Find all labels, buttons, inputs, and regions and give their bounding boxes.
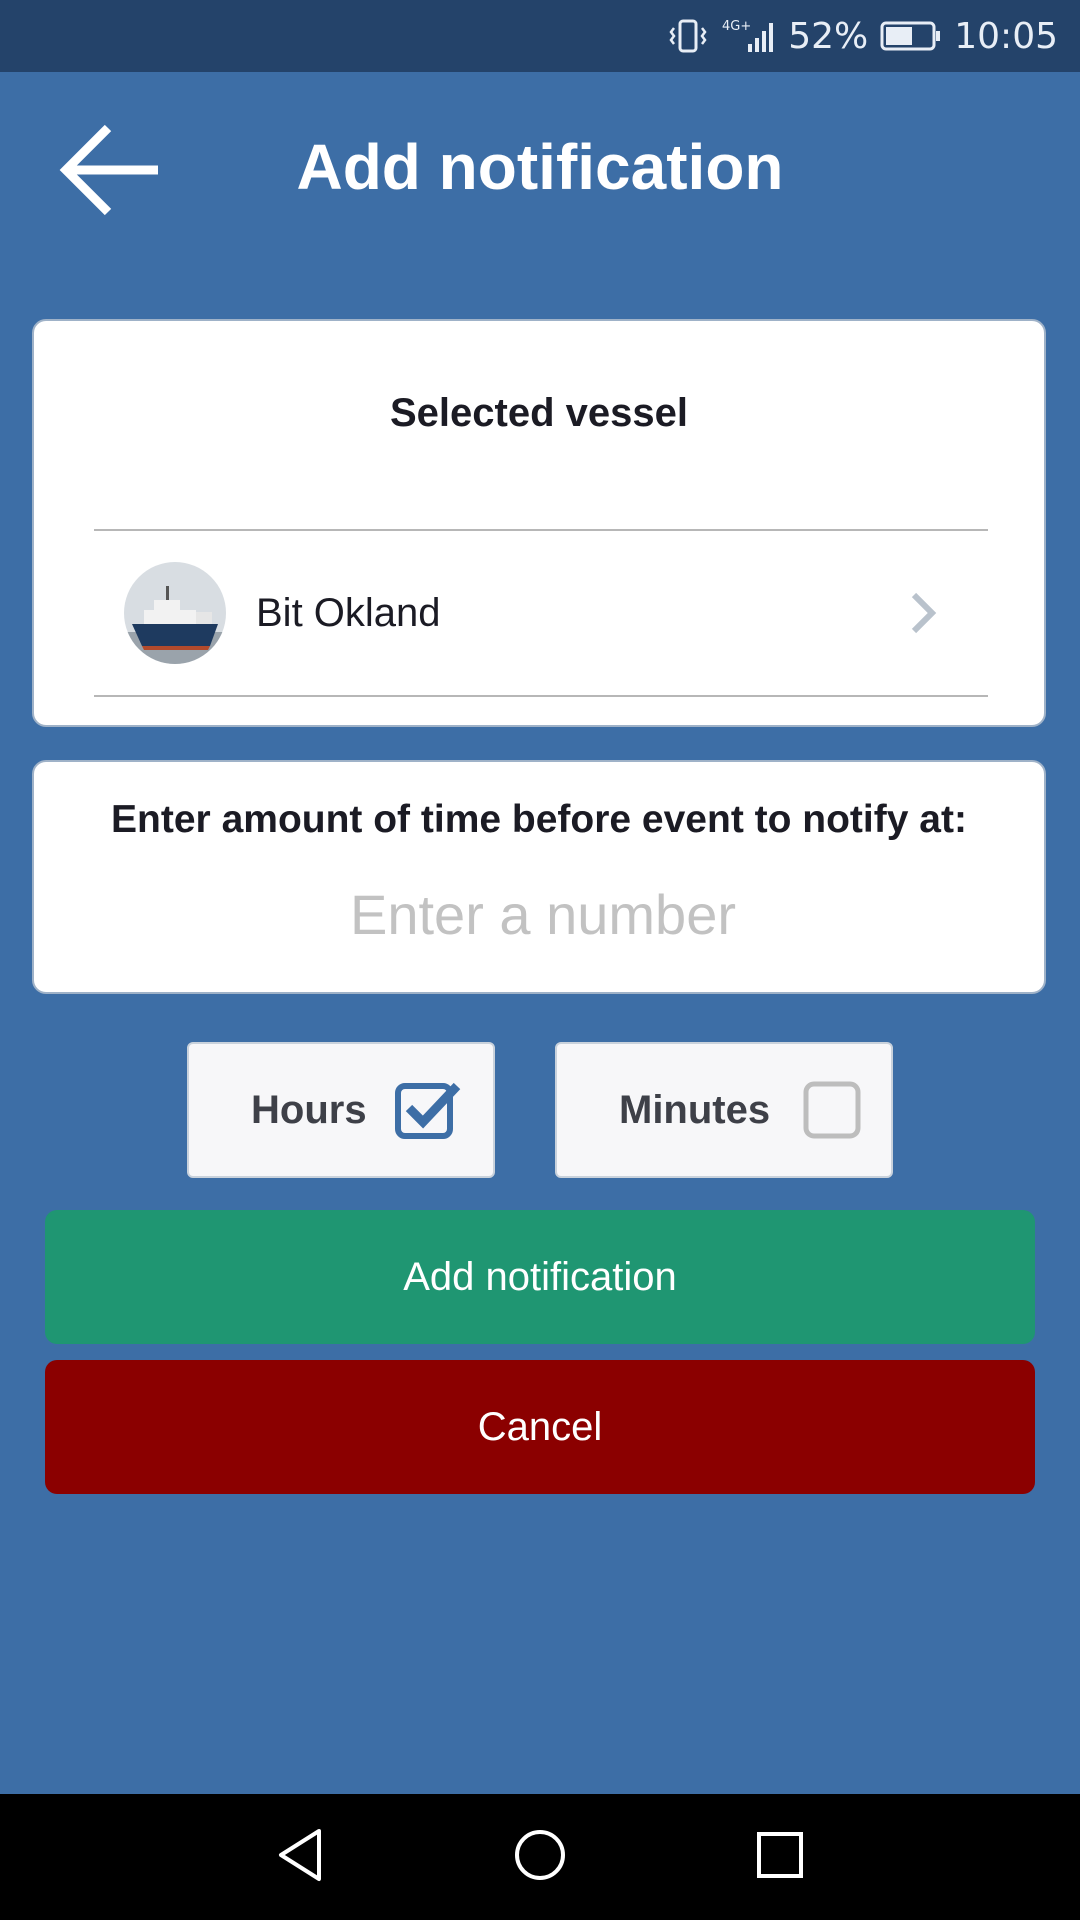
- clock: 10:05: [954, 15, 1058, 57]
- nav-back-icon: [275, 1827, 325, 1888]
- signal-icon: 4G+: [720, 16, 776, 56]
- nav-recent-icon: [755, 1830, 805, 1885]
- chevron-right-icon: [908, 591, 938, 635]
- nav-home-icon: [512, 1827, 568, 1888]
- notify-time-card: Enter amount of time before event to not…: [32, 760, 1046, 994]
- vibrate-icon: [668, 18, 708, 54]
- selected-vessel-card: Selected vessel Bit Okland: [32, 319, 1046, 727]
- battery-icon: [880, 20, 942, 52]
- nav-back-button[interactable]: [240, 1794, 360, 1920]
- add-notification-button[interactable]: Add notification: [45, 1210, 1035, 1344]
- hours-toggle[interactable]: Hours: [187, 1042, 495, 1178]
- status-bar: 4G+ 52% 10:05: [0, 0, 1080, 72]
- notify-time-label: Enter amount of time before event to not…: [111, 798, 967, 841]
- selected-vessel-heading: Selected vessel: [390, 391, 688, 435]
- vessel-avatar: [124, 562, 226, 664]
- page-title: Add notification: [296, 131, 784, 203]
- nav-home-button[interactable]: [480, 1794, 600, 1920]
- vessel-name: Bit Okland: [256, 590, 441, 635]
- minutes-label: Minutes: [619, 1087, 771, 1132]
- app-header: Add notification: [0, 72, 1080, 262]
- cancel-button[interactable]: Cancel: [45, 1360, 1035, 1494]
- minutes-toggle[interactable]: Minutes: [555, 1042, 893, 1178]
- network-label: 4G+: [722, 19, 751, 34]
- checkbox-unchecked-icon[interactable]: [803, 1080, 863, 1145]
- divider: [94, 695, 988, 697]
- navigation-bar: [0, 1794, 1080, 1920]
- battery-percent: 52%: [788, 15, 869, 57]
- checkbox-checked-icon[interactable]: [395, 1080, 463, 1145]
- time-amount-input[interactable]: [234, 872, 852, 956]
- hours-label: Hours: [251, 1087, 367, 1132]
- vessel-list-item[interactable]: Bit Okland: [94, 531, 988, 695]
- nav-recent-button[interactable]: [720, 1794, 840, 1920]
